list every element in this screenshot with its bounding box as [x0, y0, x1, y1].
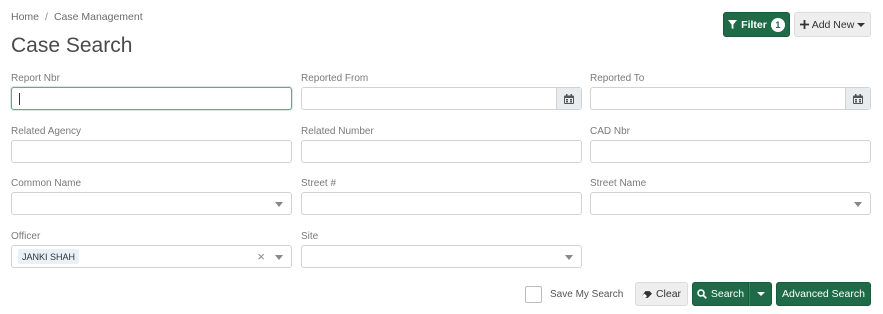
chevron-down-icon	[854, 202, 862, 207]
related-number-label: Related Number	[301, 126, 374, 137]
close-icon[interactable]: ×	[257, 249, 265, 264]
site-label: Site	[301, 231, 319, 242]
chevron-down-icon	[756, 292, 765, 296]
save-my-search-label[interactable]: Save My Search	[550, 289, 623, 300]
related-agency-input[interactable]	[11, 140, 292, 163]
reported-to-input[interactable]	[590, 87, 871, 110]
street-number-label: Street #	[301, 178, 337, 189]
cad-nbr-input[interactable]	[590, 140, 871, 163]
report-nbr-label: Report Nbr	[11, 73, 60, 84]
street-number-input[interactable]	[301, 192, 582, 215]
calendar-icon	[564, 93, 574, 104]
reported-from-input[interactable]	[301, 87, 582, 110]
text-cursor	[19, 93, 20, 105]
breadcrumb-home[interactable]: Home	[11, 11, 39, 23]
site-select[interactable]	[301, 245, 582, 268]
clear-button[interactable]: Clear	[635, 282, 688, 306]
breadcrumb-case-management[interactable]: Case Management	[54, 11, 143, 23]
reported-from-label: Reported From	[301, 73, 369, 84]
search-button[interactable]: Search	[692, 282, 749, 306]
cad-nbr-label: CAD Nbr	[590, 126, 631, 137]
filter-count-badge: 1	[770, 17, 785, 32]
chevron-down-icon	[275, 255, 283, 260]
related-number-input[interactable]	[301, 140, 582, 163]
common-name-label: Common Name	[11, 178, 82, 189]
filter-label: Filter	[741, 18, 767, 31]
related-agency-label: Related Agency	[11, 126, 82, 137]
save-my-search-checkbox[interactable]	[525, 286, 542, 303]
search-options-dropdown[interactable]	[749, 282, 772, 306]
report-nbr-input[interactable]	[11, 87, 292, 110]
add-new-button[interactable]: Add New	[794, 12, 871, 37]
reported-to-label: Reported To	[590, 73, 645, 84]
officer-label: Officer	[11, 231, 41, 242]
chevron-down-icon	[857, 22, 866, 27]
chevron-down-icon	[275, 202, 283, 207]
search-icon	[697, 289, 707, 299]
filter-icon	[728, 20, 738, 29]
breadcrumb: Home / Case Management	[11, 11, 143, 23]
advanced-search-button[interactable]: Advanced Search	[776, 282, 871, 306]
chevron-down-icon	[565, 255, 573, 260]
officer-selected-tag: JANKI SHAH	[18, 249, 80, 264]
street-name-select[interactable]	[590, 192, 871, 215]
clear-label: Clear	[655, 288, 682, 300]
reported-to-calendar-button[interactable]	[845, 88, 870, 109]
street-name-label: Street Name	[590, 178, 647, 189]
add-new-label: Add New	[811, 18, 855, 31]
calendar-icon	[853, 93, 863, 104]
eraser-icon	[641, 290, 652, 298]
reported-from-calendar-button[interactable]	[556, 88, 581, 109]
breadcrumb-separator: /	[45, 11, 48, 23]
page-title: Case Search	[11, 34, 133, 57]
filter-button[interactable]: Filter 1	[723, 12, 790, 37]
search-label: Search	[710, 288, 745, 300]
officer-select[interactable]: JANKI SHAH ×	[11, 245, 292, 268]
common-name-select[interactable]	[11, 192, 292, 215]
plus-icon	[799, 20, 809, 29]
